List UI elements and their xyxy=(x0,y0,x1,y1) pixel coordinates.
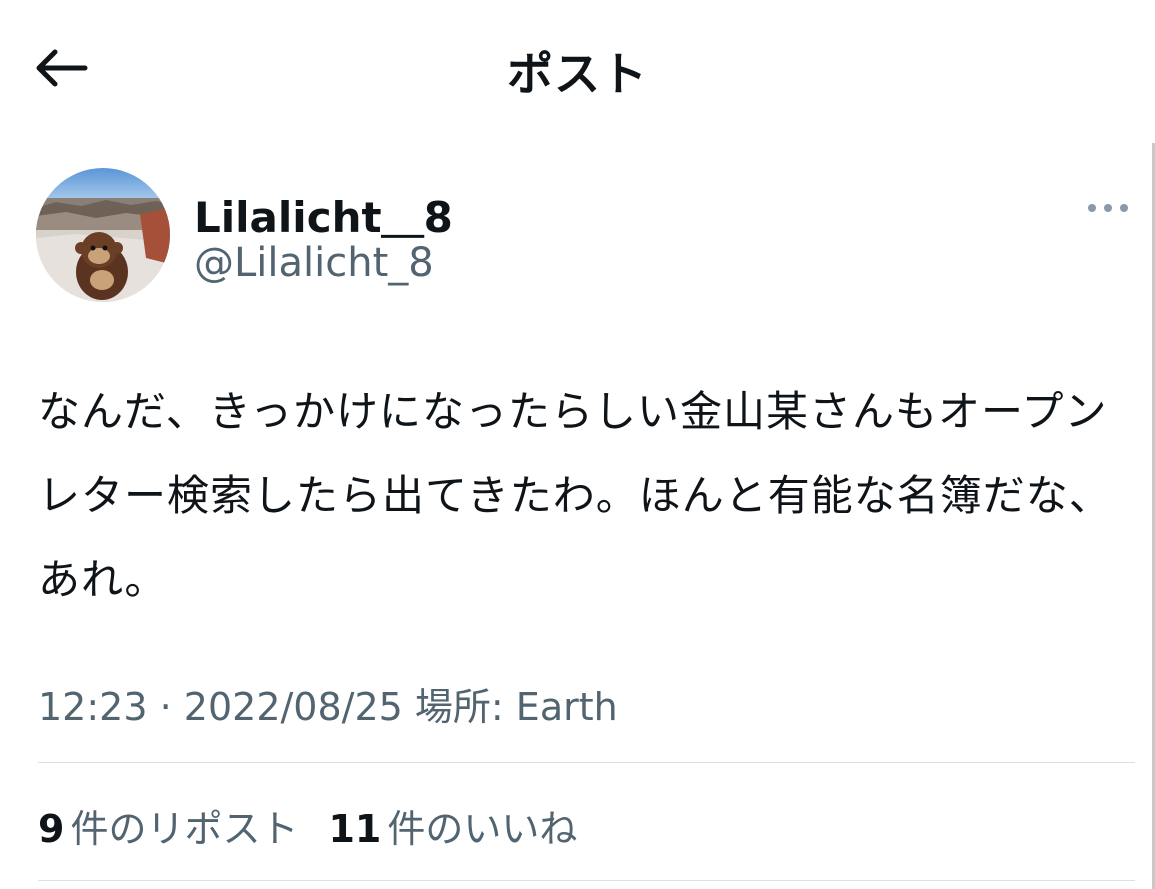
top-bar: ポスト xyxy=(0,0,1155,135)
likes-label: 件のいいね xyxy=(387,807,578,851)
divider-top xyxy=(38,762,1135,763)
reposts-label: 件のリポスト xyxy=(70,807,299,851)
post-metadata: 12:23 · 2022/08/25 場所: Earth xyxy=(38,676,618,731)
post-time[interactable]: 12:23 xyxy=(38,685,148,729)
post-date[interactable]: 2022/08/25 xyxy=(184,685,403,729)
more-horizontal-icon xyxy=(1088,204,1128,212)
likes-stat[interactable]: 11 件のいいね xyxy=(328,798,577,853)
divider-bottom xyxy=(38,880,1135,881)
more-options-button[interactable] xyxy=(1080,192,1136,224)
likes-count: 11 xyxy=(328,807,382,851)
avatar-image xyxy=(36,168,170,302)
engagement-stats: 9 件のリポスト 11 件のいいね xyxy=(38,798,577,853)
reposts-count: 9 xyxy=(38,807,65,851)
post-text: なんだ、きっかけになったらしい金山某さんもオープンレター検索したら出てきたわ。ほ… xyxy=(38,387,1112,604)
author-display-name[interactable]: Lilalicht＿8 xyxy=(194,184,453,245)
avatar[interactable] xyxy=(36,168,170,302)
reposts-stat[interactable]: 9 件のリポスト xyxy=(38,798,298,853)
page-title: ポスト xyxy=(507,47,648,101)
post-location: 場所: Earth xyxy=(414,685,618,729)
meta-separator: · xyxy=(159,685,172,729)
author-username[interactable]: @Lilalicht_8 xyxy=(194,240,434,286)
